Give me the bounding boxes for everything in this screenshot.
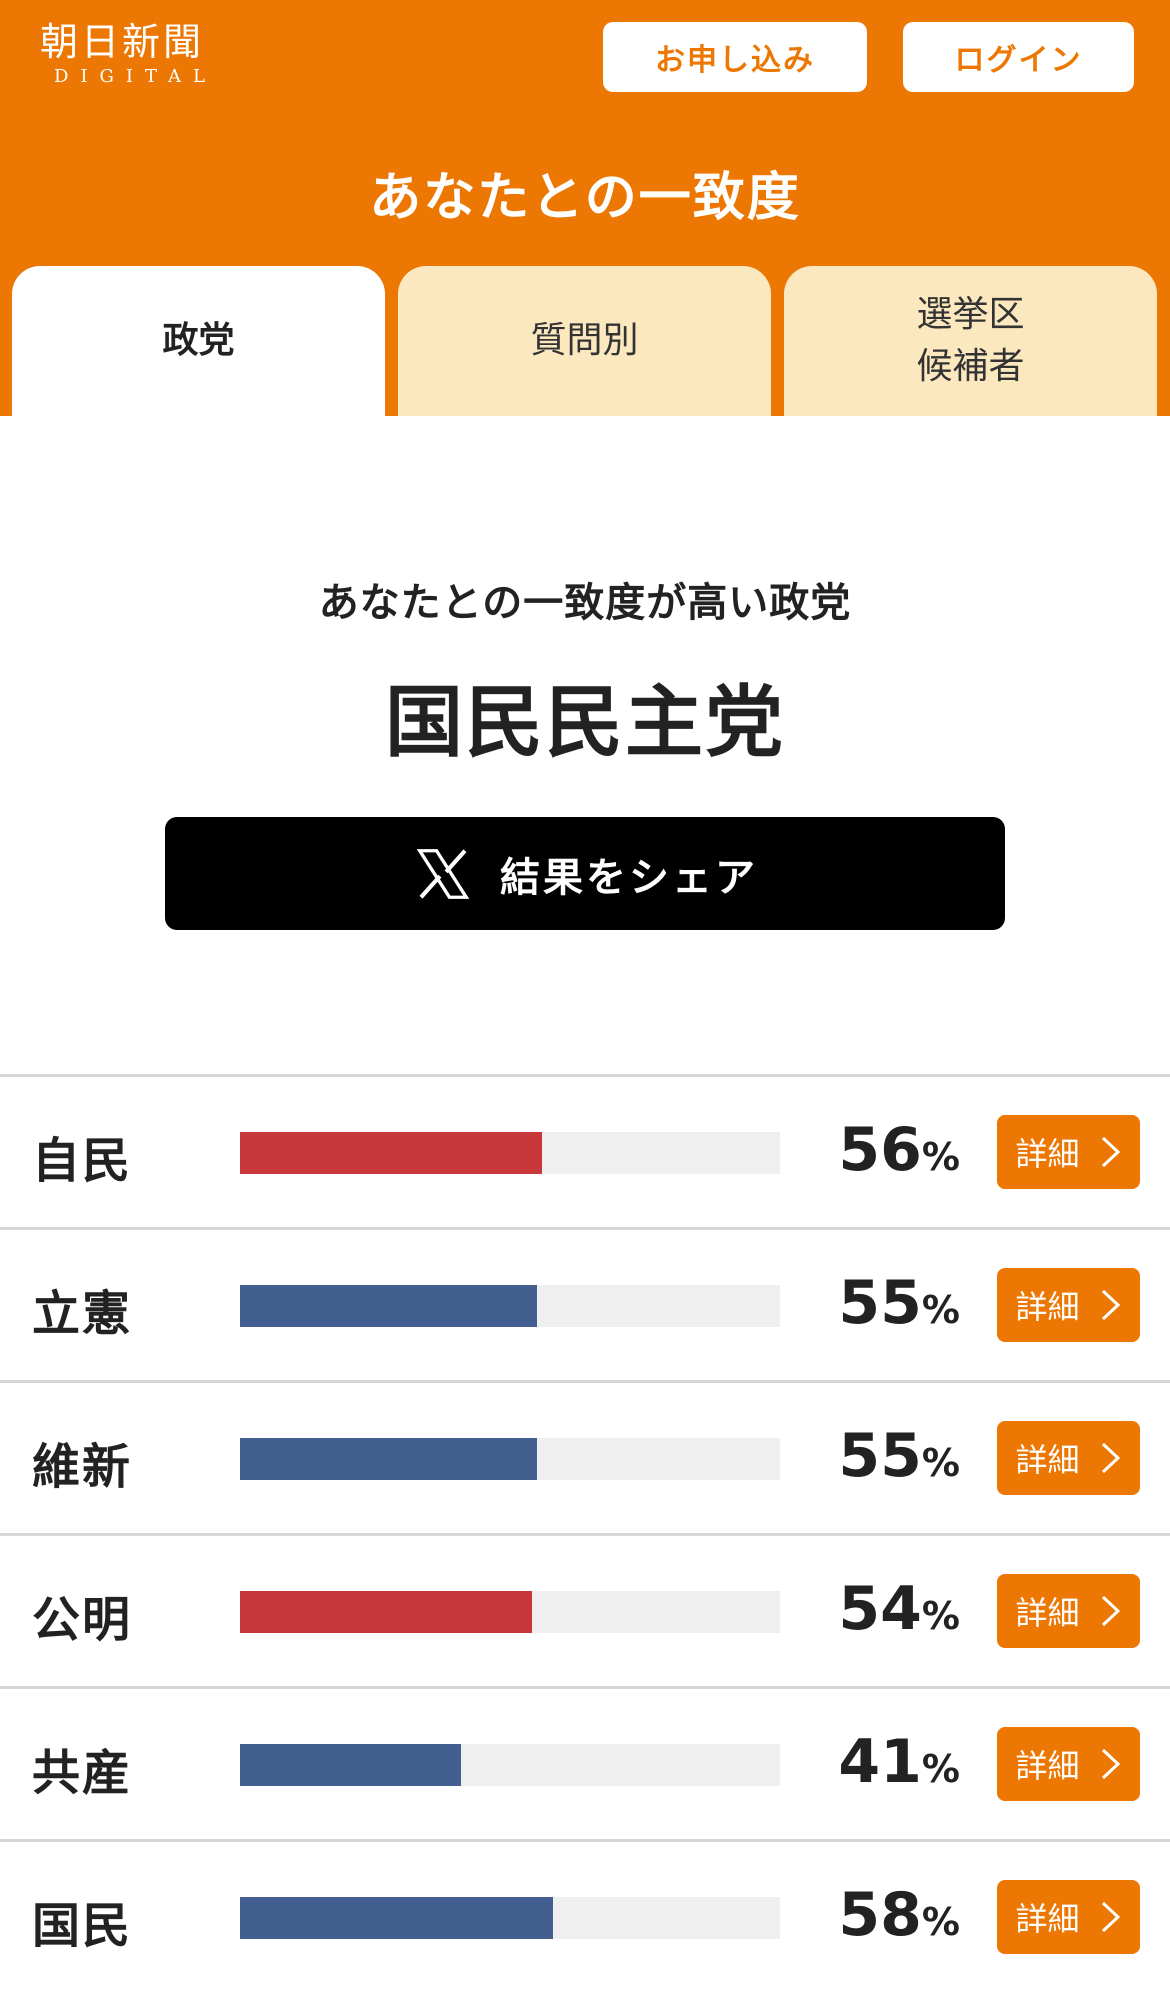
match-percent: 41%	[838, 1727, 960, 1797]
party-name: 維新	[32, 1439, 133, 1495]
detail-button-label: 詳細	[1015, 1288, 1080, 1326]
party-row: 立憲 55% 詳細	[0, 1227, 1170, 1380]
tab-district-candidates-label: 選挙区 候補者	[916, 294, 1025, 387]
match-bar-track	[240, 1591, 780, 1633]
page-title: あなたとの一致度	[369, 168, 801, 228]
party-row: 公明 54% 詳細	[0, 1533, 1170, 1686]
logo[interactable]: 朝日新聞 DIGITAL	[40, 18, 260, 88]
percent-unit: %	[921, 1288, 960, 1332]
percent-value: 54	[838, 1574, 922, 1644]
apply-button[interactable]: お申し込み	[603, 22, 867, 92]
tab-by-question[interactable]: 質問別	[398, 266, 771, 416]
percent-unit: %	[921, 1135, 960, 1179]
detail-button[interactable]: 詳細	[997, 1268, 1140, 1342]
match-bar-track	[240, 1438, 780, 1480]
percent-unit: %	[921, 1594, 960, 1638]
detail-button[interactable]: 詳細	[997, 1727, 1140, 1801]
match-bar-fill	[240, 1744, 462, 1786]
party-row: 共産 41% 詳細	[0, 1686, 1170, 1839]
party-name: 公明	[32, 1592, 133, 1648]
match-bar-track	[240, 1132, 780, 1174]
percent-value: 41	[838, 1727, 922, 1797]
tab-by-question-label: 質問別	[530, 320, 639, 361]
percent-value: 58	[838, 1880, 922, 1950]
match-bar-track	[240, 1285, 780, 1327]
detail-button[interactable]: 詳細	[997, 1115, 1140, 1189]
detail-button[interactable]: 詳細	[997, 1574, 1140, 1648]
result-party-name: 国民民主党	[384, 678, 785, 768]
percent-unit: %	[921, 1747, 960, 1791]
party-name: 自民	[32, 1133, 133, 1189]
match-bar-fill	[240, 1438, 537, 1480]
logo-main-text: 朝日新聞	[40, 20, 205, 64]
result-label: あなたとの一致度が高い政党	[318, 580, 852, 626]
tab-party[interactable]: 政党	[12, 266, 385, 416]
match-percent: 56%	[838, 1115, 960, 1185]
detail-button-label: 詳細	[1015, 1441, 1080, 1479]
percent-value: 56	[838, 1115, 922, 1185]
percent-unit: %	[921, 1441, 960, 1485]
match-bar-fill	[240, 1285, 537, 1327]
x-logo-icon	[416, 848, 470, 899]
percent-unit: %	[921, 1900, 960, 1944]
chevron-right-icon	[1101, 1289, 1120, 1321]
match-percent: 54%	[838, 1574, 960, 1644]
match-percent: 55%	[838, 1268, 960, 1338]
percent-value: 55	[838, 1421, 922, 1491]
chevron-right-icon	[1101, 1136, 1120, 1168]
party-name: 共産	[32, 1745, 133, 1801]
party-match-list: 自民 56% 詳細 立憲 55% 詳細 維新 55% 詳細 公明 54% 詳細 …	[0, 1074, 1170, 1992]
chevron-right-icon	[1101, 1442, 1120, 1474]
party-row: 自民 56% 詳細	[0, 1074, 1170, 1227]
match-bar-track	[240, 1744, 780, 1786]
match-percent: 58%	[838, 1880, 960, 1950]
match-percent: 55%	[838, 1421, 960, 1491]
detail-button[interactable]: 詳細	[997, 1880, 1140, 1954]
logo-sub-text: DIGITAL	[54, 66, 218, 87]
party-row: 国民 58% 詳細	[0, 1839, 1170, 1992]
tab-party-label: 政党	[162, 320, 235, 361]
chevron-right-icon	[1101, 1748, 1120, 1780]
header: 朝日新聞 DIGITAL お申し込み ログイン あなたとの一致度 政党 質問別 …	[0, 0, 1170, 416]
party-row: 維新 55% 詳細	[0, 1380, 1170, 1533]
detail-button-label: 詳細	[1015, 1594, 1080, 1632]
detail-button-label: 詳細	[1015, 1747, 1080, 1785]
party-name: 国民	[32, 1898, 133, 1954]
share-button-label: 結果をシェア	[500, 854, 758, 901]
percent-value: 55	[838, 1268, 922, 1338]
party-name: 立憲	[32, 1286, 133, 1342]
tab-district-candidates[interactable]: 選挙区 候補者	[784, 266, 1157, 416]
match-bar-fill	[240, 1132, 543, 1174]
share-button[interactable]: 結果をシェア	[165, 817, 1005, 930]
chevron-right-icon	[1101, 1901, 1120, 1933]
detail-button[interactable]: 詳細	[997, 1421, 1140, 1495]
match-bar-track	[240, 1897, 780, 1939]
match-bar-fill	[240, 1591, 532, 1633]
detail-button-label: 詳細	[1015, 1135, 1080, 1173]
detail-button-label: 詳細	[1015, 1900, 1080, 1938]
login-button[interactable]: ログイン	[903, 22, 1134, 92]
chevron-right-icon	[1101, 1595, 1120, 1627]
match-bar-fill	[240, 1897, 554, 1939]
